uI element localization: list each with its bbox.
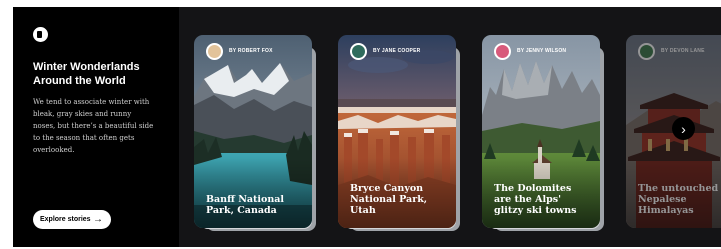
section-title: Winter Wonderlands Around the World [33,61,140,87]
stories-section: Winter Wonderlands Around the World We t… [13,7,721,247]
carousel-next-button[interactable]: › [672,117,695,140]
story-card-banff[interactable]: BY ROBERT FOX Banff National Park, Canad… [194,35,312,228]
story-card-dolomites[interactable]: BY JENNY WILSON The Dolomites are the Al… [482,35,600,228]
card-title: Bryce Canyon National Park, Utah [350,183,428,216]
author-name: BY ROBERT FOX [229,48,273,54]
card-author: BY DEVON LANE [638,41,705,61]
section-description: We tend to associate winter with bleak, … [33,98,154,154]
author-name: BY DEVON LANE [661,48,705,54]
author-avatar [350,42,367,60]
author-name: BY JENNY WILSON [517,48,567,54]
card-shade [194,158,312,228]
author-name: BY JANE COOPER [373,48,421,54]
story-card-bryce[interactable]: BY JANE COOPER Bryce Canyon National Par… [338,35,456,228]
arrow-right-icon: → [93,214,103,225]
card-title: The untouched Nepalese Himalayas [638,183,719,216]
explore-stories-button[interactable]: Explore stories → [33,210,111,229]
explore-stories-label: Explore stories [40,216,91,223]
card-title: The Dolomites are the Alps' glitzy ski t… [494,183,577,216]
card-title: Banff National Park, Canada [206,194,285,216]
story-stack-bryce: BY JANE COOPER Bryce Canyon National Par… [338,35,460,232]
author-avatar [494,42,511,60]
story-stack-dolomites: BY JENNY WILSON The Dolomites are the Al… [482,35,604,232]
card-author: BY ROBERT FOX [206,41,273,61]
chevron-right-icon: › [681,120,686,137]
author-avatar [638,42,655,60]
logo-icon [33,27,48,42]
intro-panel: Winter Wonderlands Around the World We t… [13,7,179,247]
story-stack-banff: BY ROBERT FOX Banff National Park, Canad… [194,35,316,232]
card-author: BY JENNY WILSON [494,41,566,61]
author-avatar [206,42,223,60]
card-author: BY JANE COOPER [350,41,420,61]
